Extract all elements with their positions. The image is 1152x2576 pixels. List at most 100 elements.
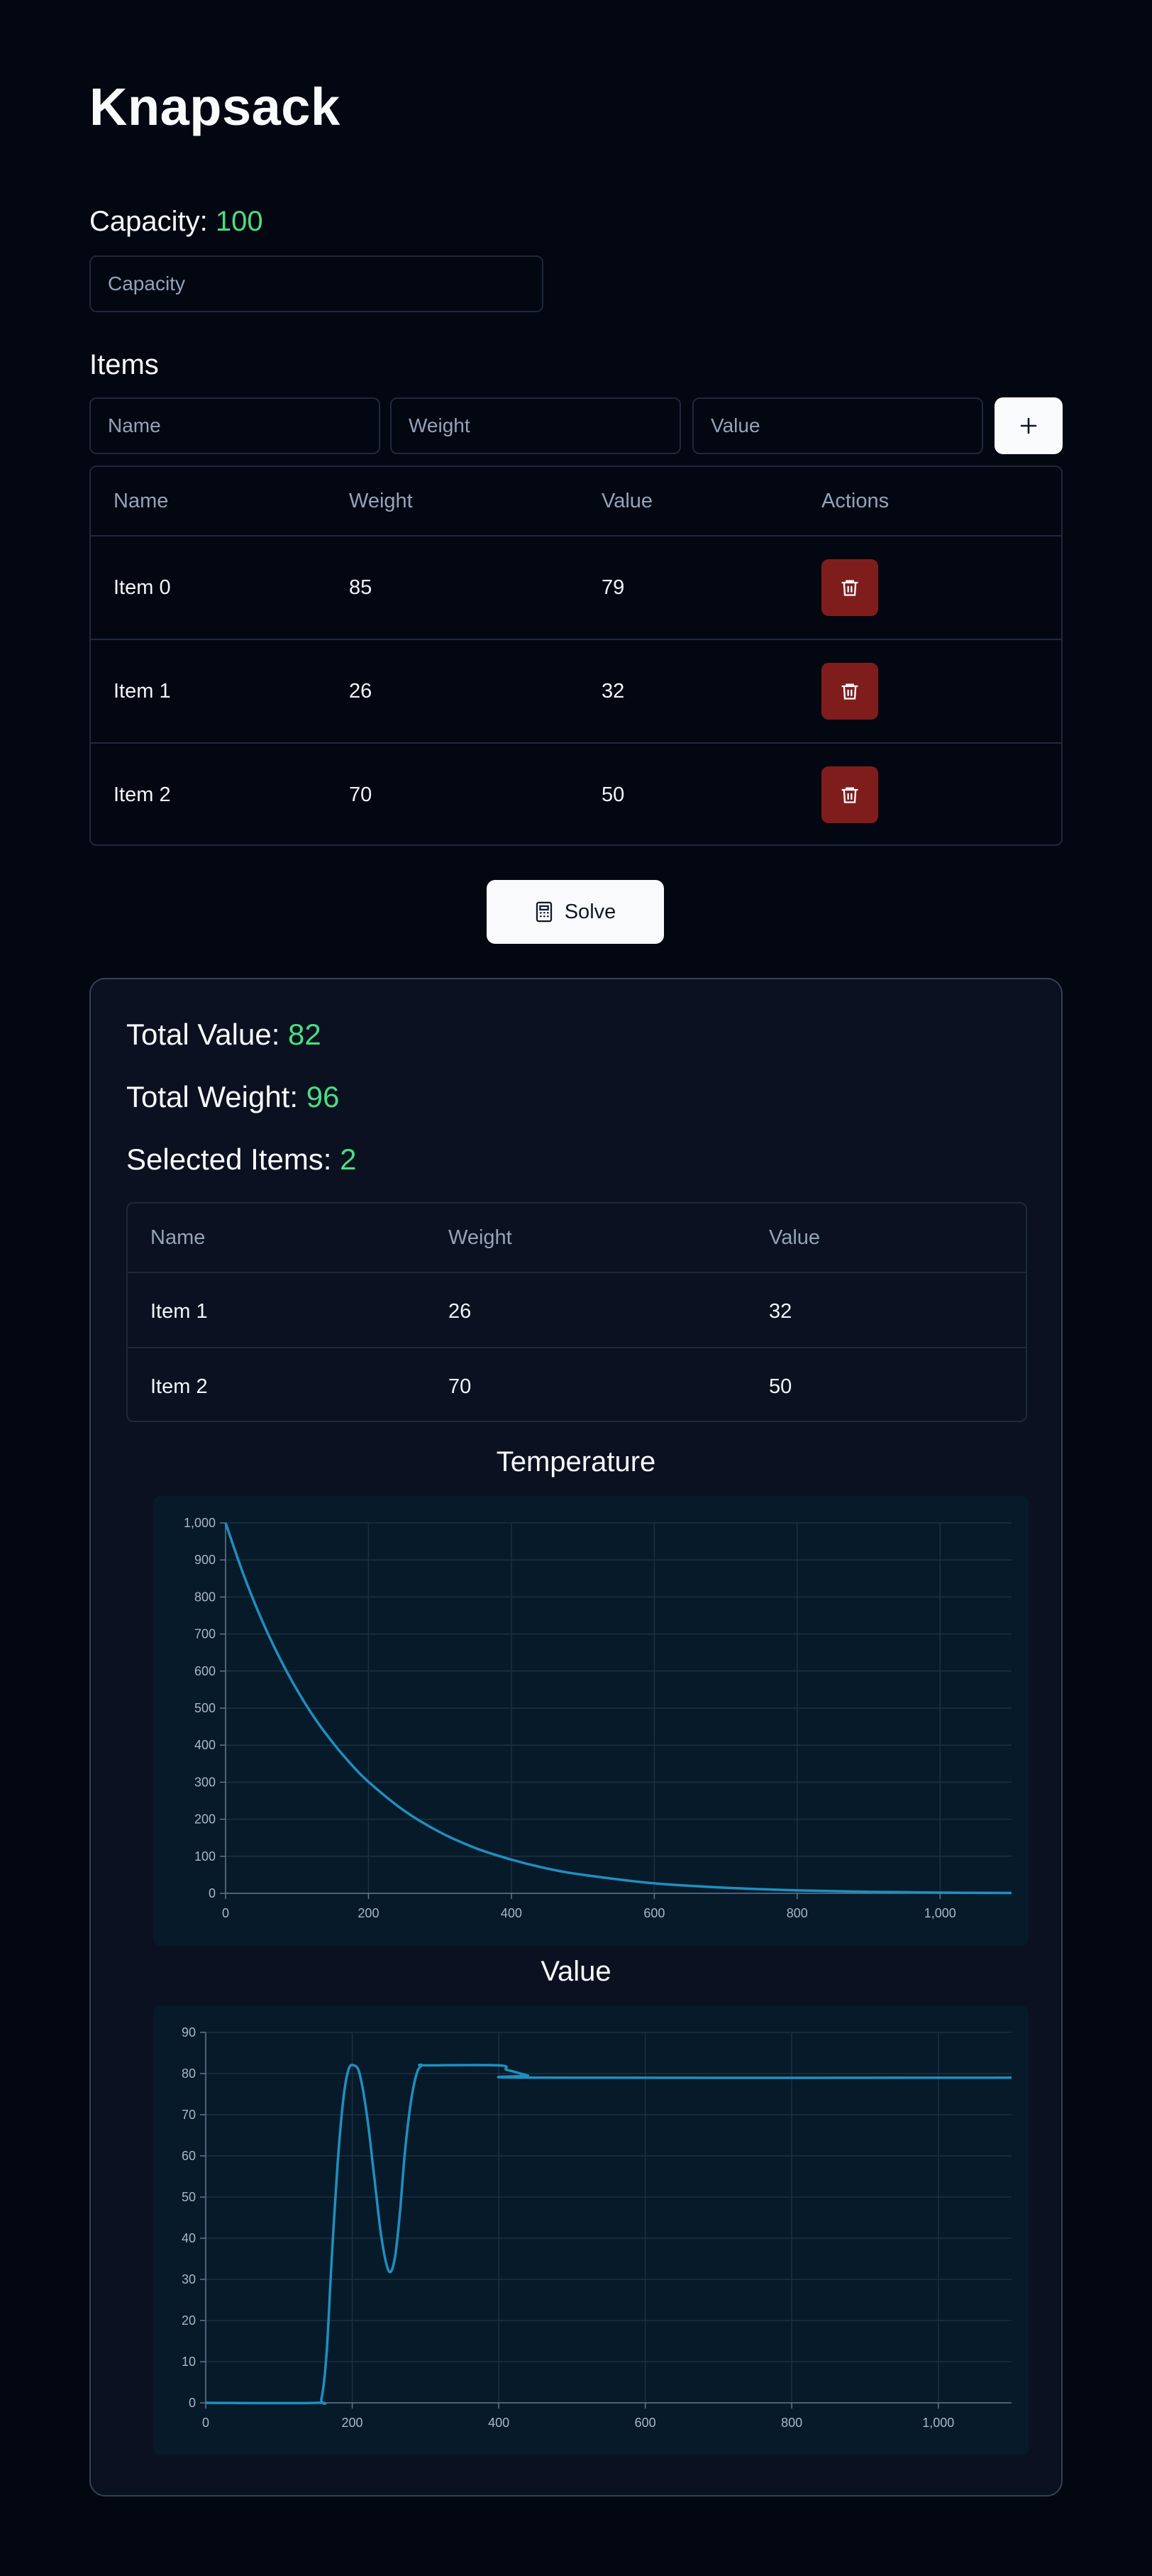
row-weight: 26 [349,680,372,703]
delete-item-button[interactable] [821,663,878,720]
x-tick-label: 800 [787,1906,808,1920]
row-value: 50 [769,1375,792,1398]
series-line [205,2063,1012,2405]
plus-icon [1020,417,1037,434]
row-weight: 70 [448,1375,472,1398]
y-tick-label: 20 [182,2313,196,2328]
row-weight: 26 [448,1300,472,1323]
x-tick-label: 0 [222,1906,229,1920]
row-weight: 70 [349,783,372,806]
value-chart-svg: 0 10 20 30 40 50 60 70 80 90 0 200 400 600 800 1,000 [182,2025,1012,2430]
y-tick-label: 50 [182,2190,196,2204]
x-tick-label: 600 [643,1906,665,1920]
header-actions: Actions [821,490,890,512]
total-weight-number: 96 [306,1080,340,1113]
capacity-value: 100 [215,206,263,237]
row-name: Item 2 [113,783,171,806]
y-tick-label: 0 [209,1886,216,1900]
results-card: Total Value: 82 Total Weight: 96 Selecte… [89,978,1063,2497]
x-tick-label: 400 [488,2416,509,2430]
y-tick-label: 900 [194,1553,216,1567]
results-table-header: Name Weight Value [128,1204,1026,1273]
selected-items: Selected Items: 2 [126,1143,357,1177]
table-row: Item 1 26 32 [91,640,1061,744]
temperature-chart: 0 100 200 300 400 500 600 700 800 900 1,000 0 200 400… [153,1496,1029,1946]
x-tick-label: 600 [635,2416,656,2430]
y-tick-label: 80 [182,2066,196,2081]
row-name: Item 1 [150,1300,208,1323]
x-tick-label: 1,000 [922,2416,954,2430]
total-value-label: Total Value: [126,1018,289,1051]
y-tick-label: 200 [194,1812,216,1827]
table-row: Item 1 26 32 [128,1273,1026,1348]
temperature-chart-title: Temperature [496,1446,656,1477]
capacity-label: Capacity: 100 [89,206,263,238]
item-value-input[interactable] [692,397,983,454]
y-tick-label: 0 [189,2396,196,2410]
y-tick-label: 700 [194,1627,216,1641]
capacity-label-text: Capacity: [89,206,216,237]
row-value: 32 [602,680,625,703]
trash-icon [841,683,858,700]
table-row: Item 2 70 50 [91,744,1061,847]
y-tick-label: 40 [182,2231,196,2245]
total-value: Total Value: 82 [126,1018,321,1052]
y-tick-label: 90 [182,2025,196,2040]
items-table: Name Weight Value Actions Item 0 85 79 I… [89,466,1063,846]
x-tick-label: 1,000 [924,1906,956,1920]
delete-item-button[interactable] [821,766,878,823]
selected-items-label: Selected Items: [126,1143,340,1176]
total-weight-label: Total Weight: [126,1080,306,1113]
total-value-number: 82 [288,1018,321,1051]
trash-icon [841,787,858,803]
header-weight: Weight [448,1226,512,1249]
results-table: Name Weight Value Item 1 26 32 Item 2 70… [126,1202,1027,1422]
row-value: 50 [602,783,625,806]
table-row: Item 0 85 79 [91,536,1061,640]
row-name: Item 2 [150,1375,208,1398]
total-weight: Total Weight: 96 [126,1080,339,1114]
selected-items-number: 2 [340,1143,357,1176]
capacity-input[interactable] [89,255,543,312]
header-weight: Weight [349,490,413,512]
solve-button[interactable]: Solve [487,880,664,944]
y-tick-label: 60 [182,2149,196,2163]
items-label: Items [89,349,159,380]
header-value: Value [769,1226,821,1249]
trash-icon [841,580,858,596]
delete-item-button[interactable] [821,559,878,616]
row-name: Item 1 [113,680,171,703]
x-tick-label: 0 [202,2416,209,2430]
row-name: Item 0 [113,576,171,599]
header-name: Name [150,1226,206,1249]
header-value: Value [602,490,653,512]
y-tick-label: 1,000 [184,1516,216,1530]
temperature-chart-svg: 0 100 200 300 400 500 600 700 800 900 1,000 0 200 400… [184,1516,1012,1920]
y-tick-label: 100 [194,1849,216,1864]
row-weight: 85 [349,576,372,599]
value-chart-title: Value [541,1956,611,1987]
calculator-icon [536,901,552,923]
row-value: 79 [602,576,625,599]
header-name: Name [113,490,169,512]
row-value: 32 [769,1300,792,1323]
table-row: Item 2 70 50 [128,1348,1026,1422]
y-tick-label: 800 [194,1590,216,1604]
y-tick-label: 300 [194,1775,216,1789]
items-table-header: Name Weight Value Actions [91,467,1061,536]
y-tick-label: 10 [182,2355,196,2369]
x-tick-label: 200 [358,1906,379,1920]
y-tick-label: 600 [194,1664,216,1678]
solve-label: Solve [564,900,616,923]
y-tick-label: 30 [182,2272,196,2286]
y-tick-label: 400 [194,1738,216,1752]
page-title: Knapsack [89,77,340,136]
item-name-input[interactable] [89,397,380,454]
x-tick-label: 800 [781,2416,802,2430]
x-tick-label: 200 [342,2416,363,2430]
x-tick-label: 400 [501,1906,522,1920]
item-weight-input[interactable] [390,397,681,454]
value-chart: 0 10 20 30 40 50 60 70 80 90 0 200 400 600 800 1,000 [153,2005,1029,2455]
add-item-button[interactable] [995,397,1063,454]
y-tick-label: 500 [194,1701,216,1715]
